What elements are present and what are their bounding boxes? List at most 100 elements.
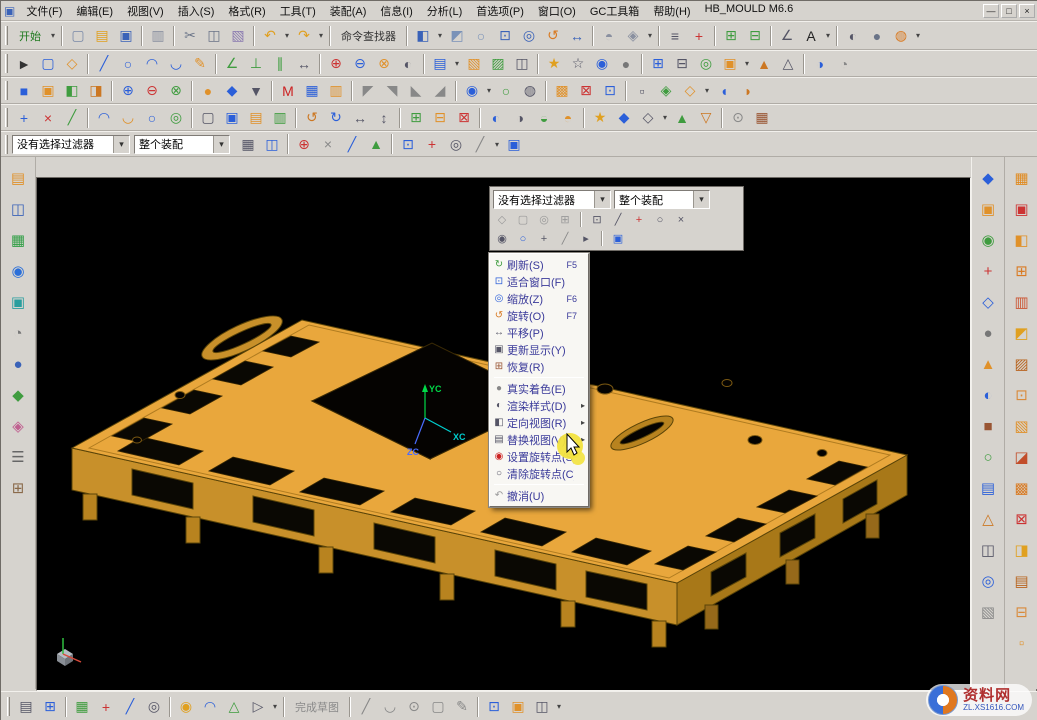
square2-icon[interactable]: ▣	[220, 107, 244, 129]
bottom-arc2-icon[interactable]: ◡	[378, 696, 402, 718]
unite-curve-icon[interactable]: ⊕	[324, 53, 348, 75]
mold-tool-8-icon[interactable]: ⊡	[1010, 384, 1034, 406]
mold-tool-5-icon[interactable]: ▥	[1010, 291, 1034, 313]
bottom-line-icon[interactable]: ╱	[118, 696, 142, 718]
hole-icon[interactable]: ◉	[460, 80, 484, 102]
ring-icon[interactable]: ◎	[164, 107, 188, 129]
angle-dim-icon[interactable]: ∠	[220, 53, 244, 75]
menu-preferences[interactable]: 首选项(P)	[469, 1, 531, 21]
dropdown-arrow-icon[interactable]: ▾	[823, 31, 833, 40]
close-button[interactable]: ×	[1019, 4, 1035, 18]
mold-tool-11-icon[interactable]: ▩	[1010, 477, 1034, 499]
panel-snap-tangent-icon[interactable]: ╱	[556, 230, 574, 247]
cone-icon[interactable]: ◆	[220, 80, 244, 102]
extrude-icon[interactable]: ■	[12, 80, 36, 102]
start-button[interactable]: 开始	[12, 25, 48, 47]
wireframe-view-icon[interactable]: ○	[469, 25, 493, 47]
iso-view-icon[interactable]: ◈	[621, 25, 645, 47]
pan-item[interactable]: ↔平移(P)	[491, 324, 587, 341]
assembly-navigator-icon[interactable]: ▤	[6, 167, 30, 189]
snap-line-icon[interactable]: ╱	[340, 133, 364, 155]
mold-tool-14-icon[interactable]: ▤	[1010, 570, 1034, 592]
bottom-shade-icon[interactable]: ▣	[506, 696, 530, 718]
web-browser-icon[interactable]: ●	[6, 353, 30, 375]
front-view-icon[interactable]: ◓	[597, 25, 621, 47]
update-display-item[interactable]: ▣更新显示(Y)	[491, 341, 587, 358]
panel-body-filter-icon[interactable]: ⊞	[556, 211, 574, 228]
ref-circle-icon[interactable]: ◎	[694, 53, 718, 75]
vertical-icon[interactable]: ↕	[372, 107, 396, 129]
bottom-rect-icon[interactable]: ▢	[426, 696, 450, 718]
dropdown-arrow-icon[interactable]: ▾	[316, 31, 326, 40]
parallel-icon[interactable]: ∥	[268, 53, 292, 75]
boss-icon[interactable]: ○	[494, 80, 518, 102]
dropdown-arrow-icon[interactable]: ▾	[484, 86, 494, 95]
arc-up-icon[interactable]: ◠	[92, 107, 116, 129]
dropdown-arrow-icon[interactable]: ▾	[742, 59, 752, 68]
annotation-icon[interactable]: A	[799, 25, 823, 47]
menu-format[interactable]: 格式(R)	[221, 1, 272, 21]
view-tool-4-icon[interactable]: +	[976, 260, 1000, 282]
constraint-navigator-icon[interactable]: ◫	[6, 198, 30, 220]
snap-grid-icon[interactable]: ⊞	[719, 25, 743, 47]
dropdown-arrow-icon[interactable]: ▾	[702, 86, 712, 95]
favorite-alt-icon[interactable]: ☆	[566, 53, 590, 75]
win-x-icon[interactable]: ⊠	[452, 107, 476, 129]
boolean-intersect-icon[interactable]: ⊗	[164, 80, 188, 102]
print-icon[interactable]: ▥	[146, 25, 170, 47]
new-file-icon[interactable]: ▢	[66, 25, 90, 47]
measure-icon[interactable]: ∠	[775, 25, 799, 47]
boolean-unite-icon[interactable]: ⊕	[116, 80, 140, 102]
diamond-alt-icon[interactable]: ◇	[636, 107, 660, 129]
minimize-button[interactable]: —	[983, 4, 999, 18]
draft-icon[interactable]: ⊠	[574, 80, 598, 102]
favorite-icon[interactable]: ★	[542, 53, 566, 75]
diamond-icon[interactable]: ◆	[612, 107, 636, 129]
pocket-icon[interactable]: ◍	[518, 80, 542, 102]
menu-information[interactable]: 信息(I)	[373, 1, 419, 21]
filter-scope-icon[interactable]: ◫	[260, 133, 284, 155]
bottom-play-icon[interactable]: ▷	[246, 696, 270, 718]
brown-grid-icon[interactable]: ▦	[750, 107, 774, 129]
half3-icon[interactable]: ◒	[532, 107, 556, 129]
rotate-right-icon[interactable]: ↻	[324, 107, 348, 129]
view-tool-9-icon[interactable]: ■	[976, 415, 1000, 437]
selection-filter-select[interactable]: 没有选择过滤器	[12, 135, 130, 154]
block-icon[interactable]: ◧	[60, 80, 84, 102]
dropdown-arrow-icon[interactable]: ▾	[492, 140, 502, 149]
panel-snap-quadrant-icon[interactable]: ◉	[493, 230, 511, 247]
distance-icon[interactable]: ↔	[292, 53, 316, 75]
dropdown-arrow-icon[interactable]: ▾	[660, 113, 670, 122]
zoom-view-icon[interactable]: ◎	[517, 25, 541, 47]
panel-snap-end-icon[interactable]: ⊡	[588, 211, 606, 228]
revolve-icon[interactable]: ▣	[36, 80, 60, 102]
grid-off-icon[interactable]: ⊟	[670, 53, 694, 75]
view-tool-12-icon[interactable]: △	[976, 508, 1000, 530]
bottom-plus-icon[interactable]: +	[94, 696, 118, 718]
menu-help[interactable]: 帮助(H)	[646, 1, 697, 21]
true-shading-item[interactable]: ●真实着色(E)	[491, 380, 587, 397]
undo-item[interactable]: ↶撤消(U)	[491, 487, 587, 504]
dropdown-arrow-icon[interactable]: ▾	[270, 702, 280, 711]
snap-cube-icon[interactable]: ▣	[502, 133, 526, 155]
undo-icon[interactable]: ↶	[258, 25, 282, 47]
win-minus-icon[interactable]: ⊟	[428, 107, 452, 129]
panel-edge-filter-icon[interactable]: ◎	[535, 211, 553, 228]
panel-snap-point-icon[interactable]: +	[630, 211, 648, 228]
circle-tool-icon[interactable]: ○	[140, 107, 164, 129]
panel-snap-midpoint-icon[interactable]: +	[535, 230, 553, 247]
snap-end-icon[interactable]: ⊡	[396, 133, 420, 155]
shell-icon[interactable]: ⊡	[598, 80, 622, 102]
panel-snap-intersection-icon[interactable]: ×	[672, 211, 690, 228]
star-tool-icon[interactable]: ★	[588, 107, 612, 129]
rotate-item[interactable]: ↺旋转(O)F7	[491, 307, 587, 324]
copy-icon[interactable]: ◫	[202, 25, 226, 47]
visualization-icon[interactable]: ⊞	[6, 477, 30, 499]
mold-wizard-icon[interactable]: M	[276, 80, 300, 102]
menu-window[interactable]: 窗口(O)	[531, 1, 583, 21]
toolbar-grip[interactable]	[5, 81, 8, 100]
mold-tool-4-icon[interactable]: ⊞	[1010, 260, 1034, 282]
snap-plus-icon[interactable]: +	[420, 133, 444, 155]
move-object-icon[interactable]: +	[687, 25, 711, 47]
horizontal-icon[interactable]: ↔	[348, 107, 372, 129]
